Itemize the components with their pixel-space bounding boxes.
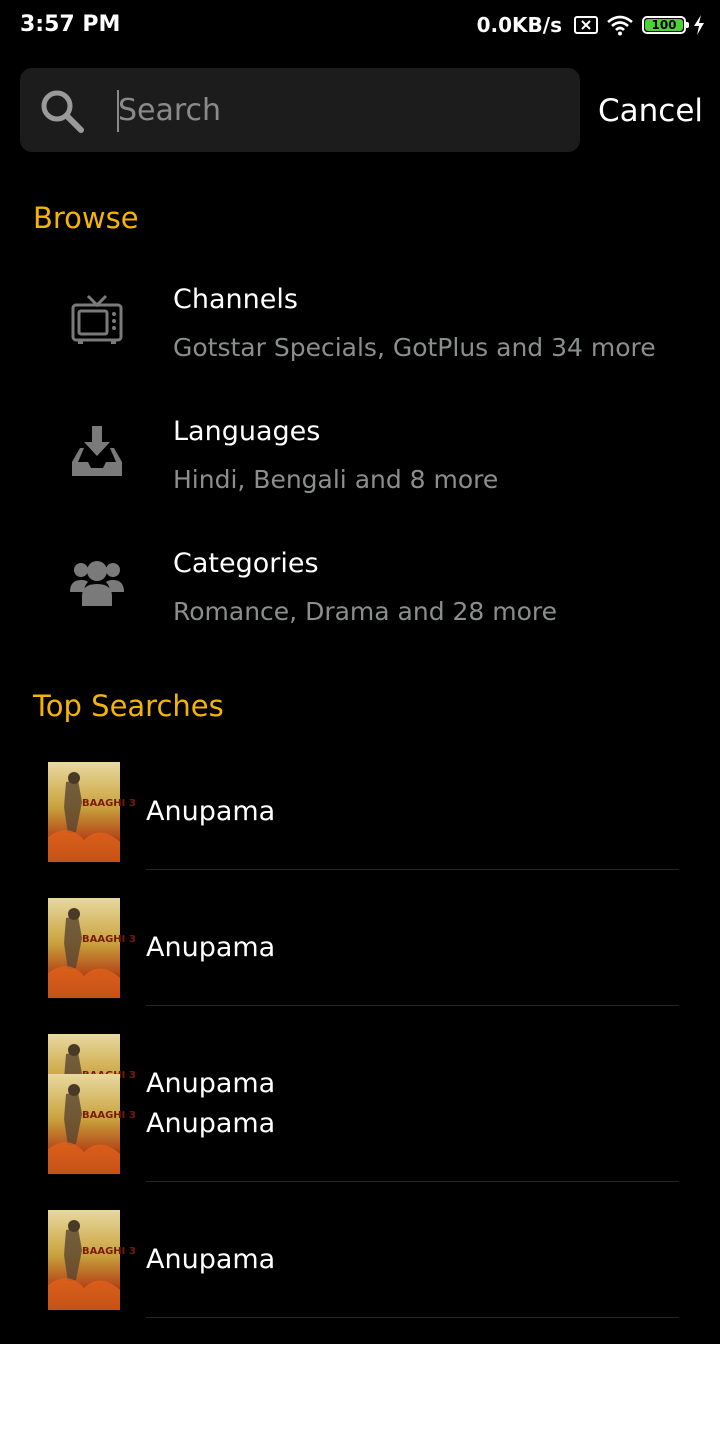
browse-item-subtitle: Romance, Drama and 28 more bbox=[173, 597, 558, 626]
poster-text: BAAGHI 3 bbox=[82, 1110, 136, 1121]
top-search-title: Anupama bbox=[146, 796, 276, 827]
tv-icon bbox=[71, 294, 123, 344]
search-icon bbox=[41, 90, 84, 133]
browse-item-subtitle: Gotstar Specials, GotPlus and 34 more bbox=[173, 333, 656, 362]
battery-level: 100 bbox=[651, 18, 677, 32]
status-time: 3:57 PM bbox=[20, 12, 121, 37]
poster-thumbnail bbox=[48, 762, 120, 862]
top-search-item[interactable]: BAAGHI 3 Anupama bbox=[0, 898, 720, 1006]
top-search-title: Anupama bbox=[146, 1068, 276, 1099]
poster-text: BAAGHI 3 bbox=[82, 1246, 136, 1257]
search-screen: 3:57 PM 0.0KB/s 100 Search Cancel Browse… bbox=[0, 0, 720, 1344]
top-search-title: Anupama bbox=[146, 1108, 276, 1139]
charging-icon bbox=[694, 15, 704, 35]
row-divider bbox=[146, 869, 679, 870]
users-icon bbox=[70, 561, 124, 606]
top-searches-heading: Top Searches bbox=[33, 689, 224, 723]
poster-thumbnail bbox=[48, 1210, 120, 1310]
browse-item-label: Categories bbox=[173, 548, 319, 579]
top-search-item[interactable]: BAAGHI 3 Anupama bbox=[0, 1210, 720, 1318]
row-divider bbox=[146, 1317, 679, 1318]
poster-text: BAAGHI 3 bbox=[82, 934, 136, 945]
network-speed: 0.0KB/s bbox=[476, 13, 562, 37]
search-box[interactable] bbox=[20, 68, 580, 152]
top-search-item[interactable]: BAAGHI 3 Anupama bbox=[0, 762, 720, 870]
status-icons: 0.0KB/s 100 bbox=[477, 10, 706, 40]
browse-item-label: Languages bbox=[173, 416, 321, 447]
cancel-button[interactable]: Cancel bbox=[598, 88, 703, 134]
inbox-download-icon bbox=[72, 426, 122, 476]
top-search-title: Anupama bbox=[146, 1244, 276, 1275]
top-search-title: Anupama bbox=[146, 932, 276, 963]
row-divider bbox=[146, 1005, 679, 1006]
top-search-item[interactable]: BAAGHI 3 BAAGHI 3 Anupama Anupama bbox=[0, 1034, 720, 1182]
poster-text: BAAGHI 3 bbox=[82, 798, 136, 809]
row-divider bbox=[146, 1181, 679, 1182]
browse-item-categories[interactable]: Categories Romance, Drama and 28 more bbox=[0, 546, 720, 656]
browse-item-channels[interactable]: Channels Gotstar Specials, GotPlus and 3… bbox=[0, 282, 720, 392]
browse-item-label: Channels bbox=[173, 284, 298, 315]
wifi-icon bbox=[607, 15, 633, 36]
browse-item-subtitle: Hindi, Bengali and 8 more bbox=[173, 465, 499, 494]
poster-thumbnail bbox=[48, 1074, 120, 1174]
text-caret bbox=[117, 90, 119, 132]
browse-heading: Browse bbox=[33, 201, 139, 235]
battery-icon: 100 bbox=[642, 16, 689, 34]
search-input[interactable] bbox=[118, 88, 558, 132]
sim-x-icon bbox=[574, 16, 598, 34]
battery-cap bbox=[686, 22, 689, 28]
status-bar: 3:57 PM 0.0KB/s 100 bbox=[0, 0, 720, 52]
browse-item-languages[interactable]: Languages Hindi, Bengali and 8 more bbox=[0, 414, 720, 524]
poster-thumbnail bbox=[48, 898, 120, 998]
